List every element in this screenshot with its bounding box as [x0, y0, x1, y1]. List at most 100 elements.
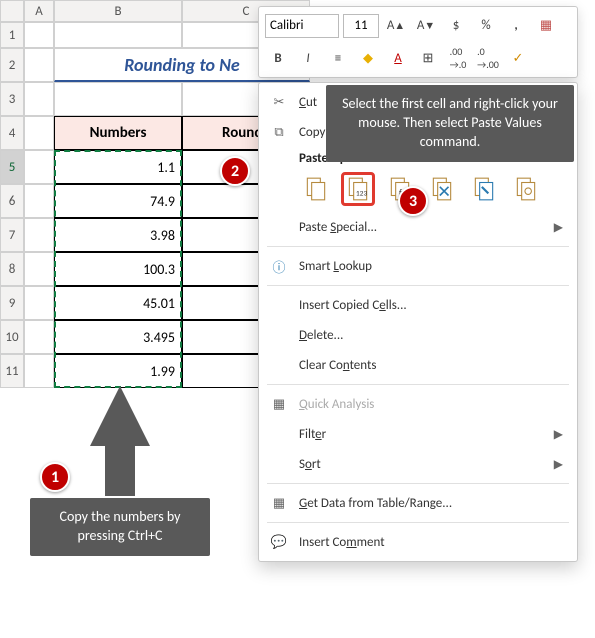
cell-a11[interactable] [24, 354, 54, 388]
chevron-right-icon: ▶ [554, 220, 563, 235]
row-header-7[interactable]: 7 [0, 218, 24, 252]
step-badge-1: 1 [40, 462, 70, 492]
currency-icon[interactable]: $ [443, 13, 469, 39]
ctx-paste-special[interactable]: Paste Special... ▶ [259, 212, 577, 242]
ctx-get-data[interactable]: ▦ Get Data from Table/Range... [259, 488, 577, 518]
cell-b1[interactable] [54, 22, 182, 48]
ctx-clear-label: Clear Contents [299, 358, 563, 373]
svg-text:123: 123 [356, 190, 368, 199]
row-header-3[interactable]: 3 [0, 82, 24, 116]
cell-b5[interactable]: 1.1 [54, 150, 182, 184]
cell-b6[interactable]: 74.9 [54, 184, 182, 218]
italic-icon[interactable]: I [295, 45, 321, 71]
blank-icon [269, 454, 289, 474]
separator [267, 522, 569, 523]
ctx-sort[interactable]: Sort ▶ [259, 449, 577, 479]
table-icon: ▦ [269, 493, 289, 513]
increase-font-icon[interactable]: A▲ [383, 13, 409, 39]
row-header-1[interactable]: 1 [0, 22, 24, 48]
row-header-2[interactable]: 2 [0, 48, 24, 82]
percent-icon[interactable]: % [473, 13, 499, 39]
row-header-4[interactable]: 4 [0, 116, 24, 150]
ctx-quick-label: Quick Analysis [299, 397, 563, 412]
col-header-a[interactable]: A [24, 0, 54, 22]
cell-a7[interactable] [24, 218, 54, 252]
fill-color-icon[interactable]: ◆ [355, 45, 381, 71]
decrease-font-icon[interactable]: A▼ [413, 13, 439, 39]
ctx-smart-lookup[interactable]: ⓘ Smart Lookup [259, 251, 577, 281]
cell-b11[interactable]: 1.99 [54, 354, 182, 388]
paste-formatting-icon[interactable] [467, 172, 501, 206]
ctx-insert-label: Insert Copied Cells... [299, 298, 563, 313]
tooltip-paste-values: Select the first cell and right-click yo… [326, 85, 574, 162]
step-badge-3: 3 [398, 186, 428, 216]
ctx-filter[interactable]: Filter ▶ [259, 419, 577, 449]
ctx-insert[interactable]: Insert Copied Cells... [259, 290, 577, 320]
separator [267, 285, 569, 286]
bold-icon[interactable]: B [265, 45, 291, 71]
ctx-clear[interactable]: Clear Contents [259, 350, 577, 380]
ctx-getdata-label: Get Data from Table/Range... [299, 496, 563, 511]
row-header-10[interactable]: 10 [0, 320, 24, 354]
cell-a6[interactable] [24, 184, 54, 218]
ctx-sort-label: Sort [299, 457, 544, 472]
ctx-smart-lookup-label: Smart Lookup [299, 259, 563, 274]
row-header-11[interactable]: 11 [0, 354, 24, 388]
ctx-comment-label: Insert Comment [299, 535, 563, 550]
callout-copy: Copy the numbers by pressing Ctrl+C [30, 498, 210, 556]
paste-values-icon[interactable]: 123 [341, 172, 375, 206]
fontsize-select[interactable]: 11 [343, 14, 379, 38]
cell-a4[interactable] [24, 116, 54, 150]
cell-b3[interactable] [54, 82, 182, 116]
mini-toolbar: Calibri 11 A▲ A▼ $ % , ▦ B I ≡ ◆ A ⊞ .00… [258, 6, 578, 78]
cell-a5[interactable] [24, 150, 54, 184]
font-color-icon[interactable]: A [385, 45, 411, 71]
lookup-icon: ⓘ [269, 256, 289, 276]
row-header-9[interactable]: 9 [0, 286, 24, 320]
ctx-paste-special-label: Paste Special... [299, 220, 544, 235]
row-header-8[interactable]: 8 [0, 252, 24, 286]
increase-decimal-icon[interactable]: .0→.00 [475, 45, 501, 71]
ctx-comment[interactable]: 💬 Insert Comment [259, 527, 577, 557]
table-style-icon[interactable]: ▦ [533, 13, 559, 39]
font-select[interactable]: Calibri [265, 14, 339, 38]
borders-icon[interactable]: ⊞ [415, 45, 441, 71]
chevron-right-icon: ▶ [554, 457, 563, 472]
cell-a3[interactable] [24, 82, 54, 116]
format-painter-icon[interactable]: ✓ [505, 45, 531, 71]
cell-a1[interactable] [24, 22, 54, 48]
cell-a10[interactable] [24, 320, 54, 354]
copy-icon: ⧉ [269, 122, 289, 142]
comma-icon[interactable]: , [503, 13, 529, 39]
row-header-6[interactable]: 6 [0, 184, 24, 218]
blank-icon [269, 217, 289, 237]
quick-analysis-icon: ▦ [269, 394, 289, 414]
cell-b10[interactable]: 3.495 [54, 320, 182, 354]
callout-arrow-1 [80, 386, 160, 496]
cell-a2[interactable] [24, 48, 54, 82]
step-badge-2: 2 [220, 156, 250, 186]
select-all-corner[interactable] [0, 0, 24, 22]
row-header-5[interactable]: 5 [0, 150, 24, 184]
cell-b8[interactable]: 100.3 [54, 252, 182, 286]
col-header-b[interactable]: B [54, 0, 182, 22]
align-icon[interactable]: ≡ [325, 45, 351, 71]
ctx-delete-label: Delete... [299, 328, 563, 343]
cell-b7[interactable]: 3.98 [54, 218, 182, 252]
ctx-quick-analysis: ▦ Quick Analysis [259, 389, 577, 419]
cell-a8[interactable] [24, 252, 54, 286]
paste-transpose-icon[interactable] [425, 172, 459, 206]
paste-link-icon[interactable] [509, 172, 543, 206]
comment-icon: 💬 [269, 532, 289, 552]
separator [267, 246, 569, 247]
paste-all-icon[interactable] [299, 172, 333, 206]
ctx-delete[interactable]: Delete... [259, 320, 577, 350]
cell-a9[interactable] [24, 286, 54, 320]
separator [267, 384, 569, 385]
header-numbers[interactable]: Numbers [54, 116, 182, 150]
decrease-decimal-icon[interactable]: .00→.0 [445, 45, 471, 71]
blank-icon [269, 325, 289, 345]
chevron-right-icon: ▶ [554, 427, 563, 442]
blank-icon [269, 424, 289, 444]
cell-b9[interactable]: 45.01 [54, 286, 182, 320]
